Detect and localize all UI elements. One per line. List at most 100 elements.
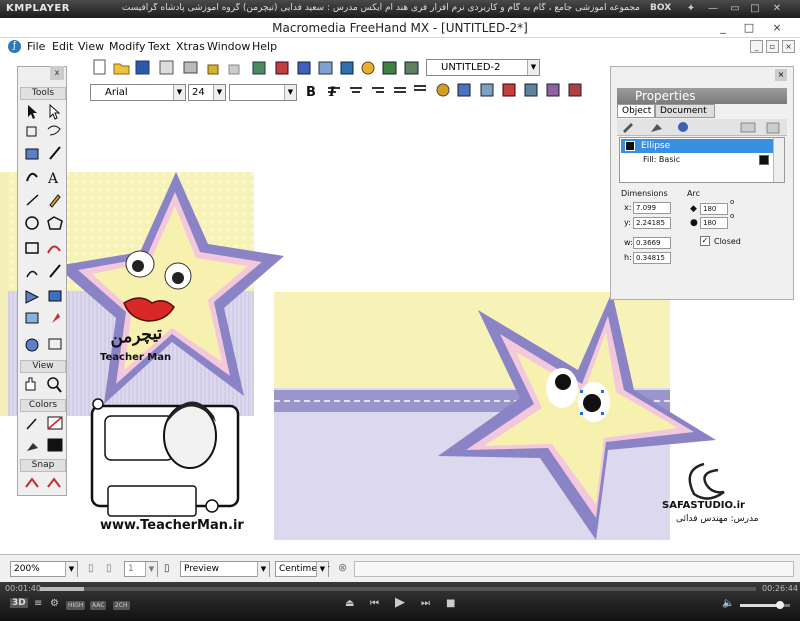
menu-view[interactable]: View [78,40,104,53]
minimize-icon[interactable]: — [706,2,720,16]
safastudio-site[interactable]: SAFASTUDIO.ir [662,500,745,511]
volume-knob[interactable] [776,601,784,609]
library-icon[interactable] [318,61,333,75]
connector-tool-icon[interactable] [48,338,62,350]
3d-button[interactable]: 3D [10,598,28,608]
attach-path-icon[interactable] [457,83,471,97]
rotate-tool-icon[interactable] [26,270,38,278]
properties-close-button[interactable]: × [775,69,787,81]
snap-to-point-icon[interactable] [25,477,39,488]
units-select[interactable]: Centimeter ▼ [275,561,330,577]
symbols-icon[interactable] [340,61,354,75]
graphic-hose-icon[interactable] [52,313,60,323]
prev-page-icon[interactable]: ▯ [88,563,94,574]
add-stroke-icon[interactable] [623,123,633,133]
doc-close-button[interactable]: × [782,40,795,53]
perspective-tool-icon[interactable] [48,290,62,302]
zoom-tool-icon[interactable] [47,377,59,389]
envelope-tool-icon[interactable] [25,312,39,324]
line-tool-icon[interactable] [26,194,39,206]
closed-checkbox[interactable]: ✓ [700,236,710,246]
stop-icon[interactable]: ■ [446,598,455,609]
previous-icon[interactable]: ⏮ [370,598,379,609]
font-style-select[interactable]: ▼ [229,84,297,101]
lock-icon[interactable] [207,64,219,75]
text-tool-icon[interactable]: A [47,171,59,187]
menu-icon[interactable]: ≡ [34,598,42,609]
menu-xtras[interactable]: Xtras [176,40,205,53]
ellipse-tool-icon[interactable] [25,216,39,230]
open-icon[interactable] [113,63,130,75]
menu-text[interactable]: Text [148,40,170,53]
pen-tool-icon[interactable] [26,172,38,182]
kmplayer-box-button[interactable]: BOX [650,3,671,13]
teacherman-site[interactable]: www.TeacherMan.ir [100,518,244,533]
settings-icon[interactable]: ⚙ [50,598,59,609]
volume-slider[interactable] [740,601,790,609]
print-icon[interactable] [183,61,198,74]
scale-tool-icon[interactable] [47,245,61,254]
hand-tool-icon[interactable] [25,377,36,391]
transform-icon[interactable] [297,61,311,75]
page-tool-icon[interactable] [26,126,37,137]
trash-icon[interactable] [766,122,780,134]
stroke-color-icon[interactable] [26,418,37,430]
menu-help[interactable]: Help [252,40,277,53]
page-select[interactable]: UNTITLED-2 ▼ [426,59,540,76]
bold-button[interactable]: B [306,85,316,100]
fill-color-icon[interactable] [27,443,38,451]
arc-start-field[interactable]: 180 [700,203,728,215]
align-icon[interactable] [275,61,289,75]
tab-document[interactable]: Document [655,104,715,118]
menu-modify[interactable]: Modify [109,40,145,53]
add-fill-icon[interactable] [651,124,662,132]
unlock-icon[interactable] [228,64,240,75]
volume-icon[interactable]: 🔈 [722,598,734,609]
convert-outlines-icon[interactable] [502,83,516,97]
pointer-tool-icon[interactable] [28,105,37,119]
star-card-right[interactable] [274,292,724,540]
zoom-select[interactable]: 200% ▼ [10,561,78,577]
fill-swatch[interactable] [47,438,63,452]
window-maximize-button[interactable]: □ [740,20,758,36]
doc-minimize-button[interactable]: _ [750,40,763,53]
fullscreen-icon[interactable]: ▭ [728,2,742,16]
color-mixer-icon[interactable] [361,61,375,75]
menu-file[interactable]: File [27,40,45,53]
knife-tool-icon[interactable] [49,264,61,278]
maximize-icon[interactable]: □ [748,2,762,16]
menu-edit[interactable]: Edit [52,40,73,53]
add-effect-icon[interactable] [678,122,688,132]
play-icon[interactable]: ▶ [395,595,405,610]
polygon-tool-icon[interactable] [47,216,63,230]
text-editor-icon[interactable] [524,83,538,97]
pencil-tool-icon[interactable] [49,194,61,208]
new-icon[interactable] [93,59,106,75]
selected-ellipse[interactable] [583,394,601,412]
remove-links-icon[interactable] [568,83,582,97]
pin-icon[interactable]: ✦ [684,2,698,16]
group-icon[interactable] [252,61,266,75]
freehand-app-icon[interactable]: ƒ [8,40,21,53]
trace-tool-icon[interactable] [25,148,39,160]
spell-check-icon[interactable] [546,83,560,97]
h-field[interactable]: 0.34815 [633,252,671,264]
properties-title[interactable]: Properties [617,88,787,104]
doc-restore-button[interactable]: ▫ [766,40,779,53]
close-icon[interactable]: ✕ [770,2,784,16]
window-close-button[interactable]: × [768,20,786,36]
seek-bar[interactable] [40,587,756,591]
next-page-icon[interactable]: ▯ [164,563,170,574]
next-icon[interactable]: ⏭ [421,598,430,609]
view-mode-select[interactable]: Preview ▼ [180,561,270,577]
subselect-tool-icon[interactable] [49,103,61,120]
flow-inside-icon[interactable] [480,83,494,97]
window-minimize-button[interactable]: _ [714,20,732,36]
cancel-render-icon[interactable]: ⊗ [338,561,347,574]
duplicate-item-icon[interactable] [740,122,756,133]
y-field[interactable]: 2.24185 [633,217,671,229]
tools-panel-close-button[interactable]: x [50,66,64,80]
snap-to-grid-icon[interactable] [47,477,61,488]
w-field[interactable]: 0.3669 [633,237,671,249]
x-field[interactable]: 7.099 [633,202,671,214]
